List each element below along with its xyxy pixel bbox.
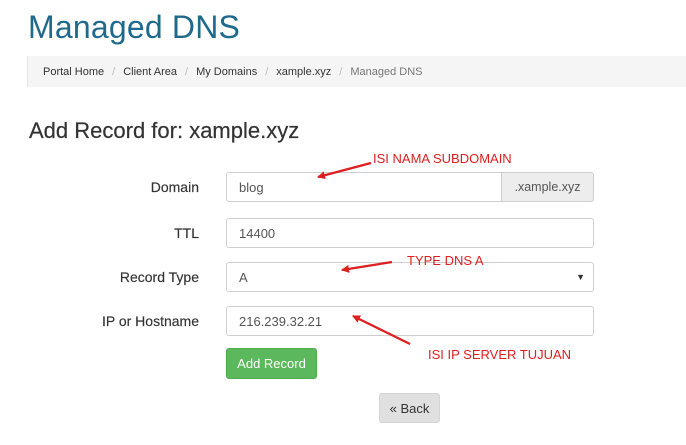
breadcrumb-separator: / xyxy=(265,65,269,78)
record-type-label: Record Type xyxy=(119,269,199,285)
add-record-button[interactable]: Add Record xyxy=(226,348,317,379)
domain-input-group: blog .xample.xyz xyxy=(226,172,594,202)
ttl-input[interactable]: 14400 xyxy=(226,218,594,248)
breadcrumb-domain[interactable]: xample.xyz xyxy=(276,66,331,78)
back-button[interactable]: « Back xyxy=(379,393,440,423)
ip-hostname-label: IP or Hostname xyxy=(101,313,199,329)
domain-suffix: .xample.xyz xyxy=(501,172,594,202)
annotation-dns-type: TYPE DNS A xyxy=(407,253,484,268)
add-record-heading: Add Record for: xample.xyz xyxy=(29,118,300,143)
annotation-ip: ISI IP SERVER TUJUAN xyxy=(428,347,572,362)
record-type-value: A xyxy=(239,269,248,285)
ttl-label: TTL xyxy=(174,225,199,241)
breadcrumb-client-area[interactable]: Client Area xyxy=(123,66,177,78)
breadcrumb-managed-dns: Managed DNS xyxy=(350,65,423,78)
breadcrumb-separator: / xyxy=(185,65,189,78)
breadcrumb-portal-home[interactable]: Portal Home xyxy=(43,66,104,78)
breadcrumb: Portal Home / Client Area / My Domains /… xyxy=(27,56,686,87)
annotation-subdomain: ISI NAMA SUBDOMAIN xyxy=(373,151,512,166)
domain-label: Domain xyxy=(150,179,199,195)
domain-input[interactable]: blog xyxy=(226,172,501,202)
managed-dns-page: Managed DNS Portal Home / Client Area / … xyxy=(0,0,686,445)
ip-hostname-input[interactable]: 216.239.32.21 xyxy=(226,306,594,336)
breadcrumb-separator: / xyxy=(339,65,343,78)
breadcrumb-my-domains[interactable]: My Domains xyxy=(196,66,257,78)
breadcrumb-separator: / xyxy=(112,65,116,78)
page-title: Managed DNS xyxy=(28,9,241,45)
chevron-down-icon: ▼ xyxy=(576,272,585,282)
